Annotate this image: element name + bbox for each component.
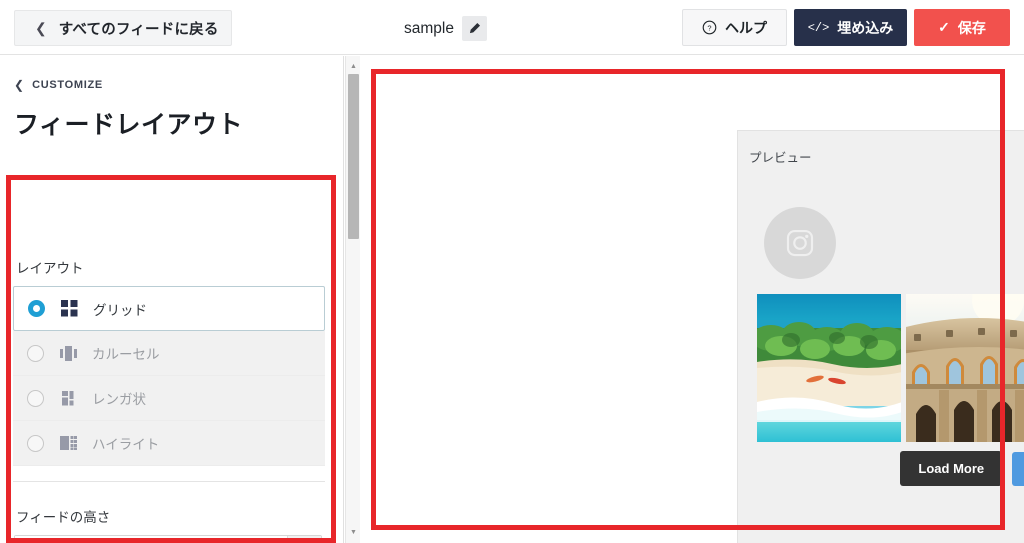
layout-option-label: グリッド [93,302,147,318]
customize-label: CUSTOMIZE [32,79,103,91]
preview-area: プレビュー Load More [361,56,1024,543]
layout-option-carousel[interactable]: カルーセル [13,331,325,376]
help-button[interactable]: ? ヘルプ [682,9,787,46]
save-button[interactable]: ✓ 保存 [914,9,1010,46]
embed-label: 埋め込み [837,19,894,36]
feed-height-input[interactable] [15,536,287,543]
feed-photo-grid [757,294,1024,442]
carousel-layout-icon [60,345,77,362]
triangle-down-icon[interactable]: ▼ [346,525,361,540]
masonry-layout-icon [60,390,77,407]
triangle-up-icon[interactable]: ▲ [346,59,361,74]
instagram-icon [786,229,814,257]
layout-option-label: ハイライト [92,437,160,452]
sidebar-scrollbar[interactable]: ▲ ▼ [345,56,360,543]
top-toolbar: ❮ すべてのフィードに戻る sample ? ヘルプ </> 埋め込み ✓ 保存 [0,0,1024,55]
customize-back-link[interactable]: ❮ CUSTOMIZE [14,78,103,92]
feed-customizer-app: ❮ すべてのフィードに戻る sample ? ヘルプ </> 埋め込み ✓ 保存 [0,0,1024,543]
highlight-layout-icon [60,435,77,452]
preview-panel: プレビュー Load More [737,130,1024,543]
preview-title: プレビュー [749,151,812,165]
feed-action-buttons: Load More Follow on Instagram [738,451,1024,486]
tropical-beach-image [757,294,902,442]
page-title: フィードレイアウト [14,111,244,139]
feed-name-group: sample [404,16,487,41]
back-to-all-feeds-label: すべてのフィードに戻る [58,21,219,38]
grid-layout-icon [61,300,78,317]
settings-sidebar: ❮ CUSTOMIZE フィードレイアウト レイアウト グリッド カルーセル レ… [0,56,344,543]
avatar [764,207,836,279]
layout-option-label: レンガ状 [92,392,146,407]
colosseum-image [906,294,1024,442]
edit-feed-name-button[interactable] [461,16,487,41]
layout-option-grid[interactable]: グリッド [13,286,325,331]
feed-height-field-group: px [14,535,322,543]
radio-masonry[interactable] [27,389,44,407]
feed-name-label: sample [404,19,454,37]
layout-options-list: グリッド カルーセル レンガ状 ハイライト [13,286,325,466]
feed-height-unit-label: px [287,536,321,543]
feed-photo-item[interactable] [906,294,1024,442]
save-label: 保存 [957,19,986,36]
svg-text:?: ? [707,24,711,33]
check-icon: ✓ [938,19,950,35]
back-to-all-feeds-button[interactable]: ❮ すべてのフィードに戻る [14,10,232,46]
question-circle-icon: ? [702,20,717,35]
feed-photo-item[interactable] [757,294,902,442]
layout-option-label: カルーセル [92,347,160,362]
radio-highlight[interactable] [27,434,44,452]
load-more-button[interactable]: Load More [900,451,1003,486]
layout-option-highlight[interactable]: ハイライト [13,421,325,466]
layout-section-label: レイアウト [16,261,84,276]
section-divider [13,481,325,482]
scrollbar-thumb[interactable] [348,74,359,239]
chevron-left-icon: ❮ [35,20,47,36]
feed-height-label: フィードの高さ [16,510,111,525]
help-label: ヘルプ [725,19,767,36]
radio-grid[interactable] [28,300,45,317]
layout-option-masonry[interactable]: レンガ状 [13,376,325,421]
follow-on-instagram-button[interactable]: Follow on Instagram [1012,451,1024,486]
preview-header: プレビュー [738,131,1024,173]
code-icon: </> [807,20,830,35]
radio-carousel[interactable] [27,344,44,362]
chevron-left-icon: ❮ [14,78,25,92]
embed-button[interactable]: </> 埋め込み [794,9,907,46]
pencil-icon [469,22,480,34]
